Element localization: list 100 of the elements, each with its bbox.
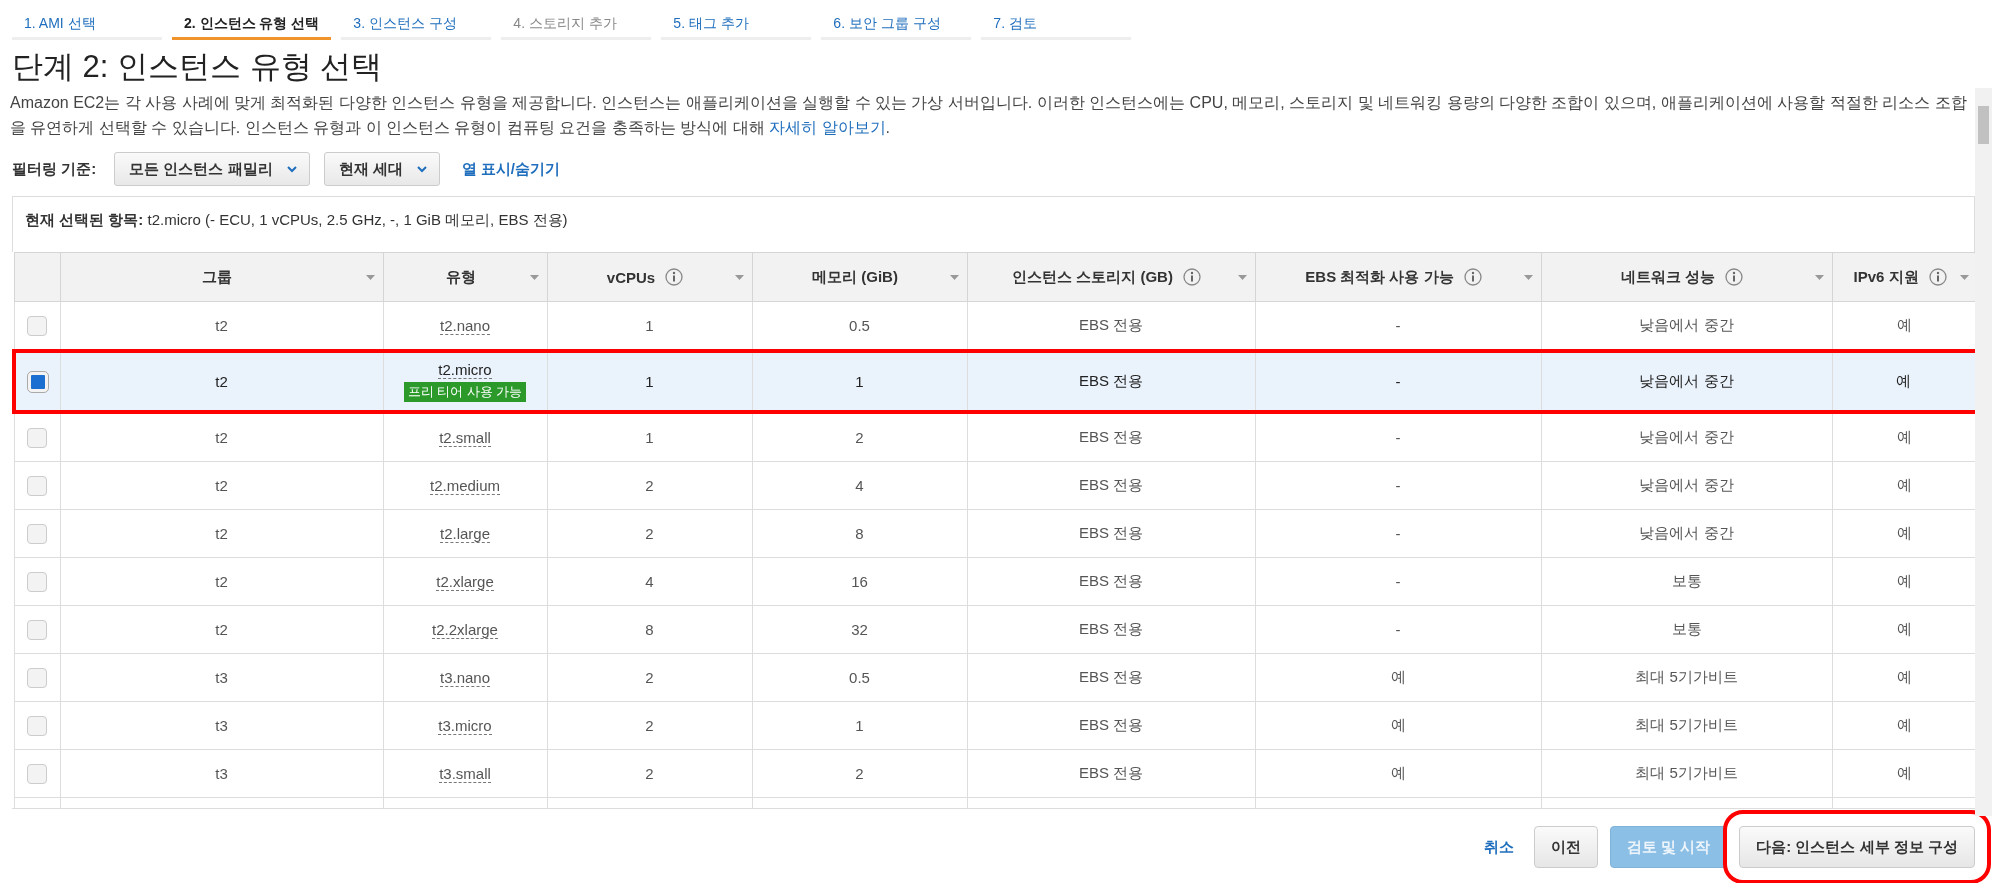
row-checkbox[interactable] [27, 315, 47, 336]
column-header[interactable]: 네트워크 성능 [1541, 252, 1832, 302]
table-cell: 8 [547, 605, 752, 654]
sort-caret-icon[interactable] [949, 274, 959, 280]
action-button[interactable]: 다음: 인스턴스 세부 정보 구성 [1739, 826, 1975, 868]
table-cell: - [1255, 461, 1541, 510]
family-dropdown[interactable]: 모든 인스턴스 패밀리 [114, 152, 310, 186]
table-cell: - [1255, 605, 1541, 654]
step-tab[interactable]: 7. 검토 [981, 0, 1132, 40]
scrollbar-thumb[interactable] [1978, 106, 1989, 144]
table-cell: t2 [60, 605, 383, 654]
table-cell: 4 [547, 557, 752, 606]
column-header[interactable]: vCPUs [547, 252, 752, 302]
table-row[interactable]: t2 t2.small 1 2 EBS 전용 - 낮음에서 중간 예 [14, 412, 1975, 462]
table-cell: - [1255, 351, 1541, 412]
table-cell: 2 [547, 509, 752, 558]
learn-more-link[interactable]: 자세히 알아보기 [769, 119, 886, 136]
table-cell: 2 [752, 749, 967, 798]
table-cell: t3 [60, 653, 383, 702]
table-cell: EBS 전용 [967, 509, 1255, 558]
sort-caret-icon[interactable] [1237, 274, 1247, 280]
sort-caret-icon[interactable] [734, 274, 744, 280]
caret-icon [416, 165, 427, 173]
table-cell: EBS 전용 [967, 461, 1255, 510]
table-cell: 1 [752, 701, 967, 750]
table-cell: 최대 5기가비트 [1541, 749, 1832, 798]
table-row[interactable]: t3 t3.small 2 2 EBS 전용 예 최대 5기가비트 예 [14, 749, 1975, 798]
info-icon[interactable] [665, 268, 684, 286]
table-row[interactable]: t2 t2.micro 프리 티어 사용 가능 1 1 EBS 전용 - 낮음에서 중간 예 [14, 351, 1975, 412]
column-header[interactable]: 그룹 [60, 252, 383, 302]
instance-type-text: t2.nano [439, 316, 490, 335]
column-header[interactable]: 메모리 (GiB) [752, 252, 967, 302]
table-cell: 예 [1832, 351, 1975, 412]
column-header[interactable]: EBS 최적화 사용 가능 [1255, 252, 1541, 302]
table-cell: 낮음에서 중간 [1541, 509, 1832, 558]
table-row[interactable]: t3 t3.micro 2 1 EBS 전용 예 최대 5기가비트 예 [14, 701, 1975, 750]
row-checkbox[interactable] [27, 763, 47, 784]
current-selection-text: 현재 선택된 항목: t2.micro (- ECU, 1 vCPUs, 2.5 GHz, -, 1 GiB 메모리, EBS 전용) [25, 211, 568, 228]
table-cell: 32 [752, 605, 967, 654]
table-cell: 보통 [1541, 605, 1832, 654]
table-cell: EBS 전용 [967, 412, 1255, 462]
table-cell: EBS 전용 [967, 351, 1255, 412]
instance-type-text: t2.micro [438, 361, 492, 379]
row-checkbox[interactable] [27, 427, 47, 448]
table-row[interactable]: t2 t2.2xlarge 8 32 EBS 전용 - 보통 예 [14, 605, 1975, 654]
table-cell: t3 [60, 701, 383, 750]
sort-caret-icon[interactable] [1814, 274, 1824, 280]
row-checkbox[interactable] [27, 667, 47, 688]
table-row[interactable]: t2 t2.xlarge 4 16 EBS 전용 - 보통 예 [14, 557, 1975, 606]
table-cell: t2 [60, 351, 383, 412]
table-cell: t2 [60, 509, 383, 558]
step-tab[interactable]: 1. AMI 선택 [12, 0, 162, 40]
instance-type-text: t2.small [439, 428, 491, 447]
action-button[interactable]: 취소 [1476, 826, 1522, 868]
info-icon[interactable] [1725, 268, 1744, 286]
table-row[interactable]: t2 t2.medium 2 4 EBS 전용 - 낮음에서 중간 예 [14, 461, 1975, 510]
table-cell: 1 [547, 412, 752, 462]
table-cell: 낮음에서 중간 [1541, 412, 1832, 462]
action-button[interactable]: 이전 [1534, 826, 1598, 868]
table-cell: 보통 [1541, 557, 1832, 606]
column-header[interactable]: 인스턴스 스토리지 (GB) [967, 252, 1255, 302]
table-cell: 4 [752, 461, 967, 510]
table-row[interactable]: t2 t2.large 2 8 EBS 전용 - 낮음에서 중간 예 [14, 509, 1975, 558]
info-icon[interactable] [1182, 268, 1201, 286]
table-cell: 2 [547, 461, 752, 510]
table-cell: EBS 전용 [967, 701, 1255, 750]
table-cell: 2 [547, 749, 752, 798]
table-cell: 예 [1255, 749, 1541, 798]
generation-dropdown[interactable]: 현재 세대 [323, 152, 440, 186]
table-cell: EBS 전용 [967, 557, 1255, 606]
table-cell: 낮음에서 중간 [1541, 351, 1832, 412]
table-cell: 8 [752, 509, 967, 558]
sort-caret-icon[interactable] [529, 274, 539, 280]
table-cell: 16 [752, 557, 967, 606]
show-hide-columns-link[interactable]: 열 표시/숨기기 [461, 159, 561, 179]
table-row[interactable]: t3 t3.nano 2 0.5 EBS 전용 예 최대 5기가비트 예 [14, 653, 1975, 702]
row-checkbox[interactable] [27, 571, 47, 592]
column-header[interactable]: 유형 [383, 252, 547, 302]
row-checkbox[interactable] [27, 619, 47, 640]
instance-type-text: t2.2xlarge [432, 620, 498, 639]
sort-caret-icon[interactable] [1523, 274, 1533, 280]
table-cell: 예 [1255, 653, 1541, 702]
info-icon[interactable] [1928, 268, 1947, 286]
step-tab[interactable]: 5. 태그 추가 [661, 0, 812, 40]
sort-caret-icon[interactable] [1959, 274, 1969, 280]
step-tab[interactable]: 2. 인스턴스 유형 선택 [172, 0, 332, 40]
table-cell: 예 [1255, 701, 1541, 750]
description-text: Amazon EC2는 각 사용 사례에 맞게 최적화된 다양한 인스턴스 유형을 제공합니다. 인스턴스는 애플리케이션을 실행할 수 있는 가상 서버입니다. 이러한 인스턴스에는 CPU, 메모리, 스토리지 및 네트워킹 용량의 다양한 조합이 있으며, 애플리케이션에 사용할 적절한 리소스 조합을 유연하게 선택할 수 있습니다. 인스턴스 유형과 이 인스턴스 유형이 컴퓨팅 요건을 충족하는 방식에 대해 자세히 알아보기. [10, 93, 1968, 138]
table-cell: EBS 전용 [967, 653, 1255, 702]
sort-caret-icon[interactable] [365, 274, 375, 280]
row-checkbox[interactable] [27, 715, 47, 736]
info-icon[interactable] [1463, 268, 1482, 286]
row-checkbox[interactable] [27, 475, 47, 496]
column-header[interactable]: IPv6 지원 [1832, 252, 1975, 302]
step-tab[interactable]: 3. 인스턴스 구성 [341, 0, 492, 40]
table-cell: - [1255, 412, 1541, 462]
row-checkbox[interactable] [27, 523, 47, 544]
table-cell: 2 [547, 653, 752, 702]
table-cell: t2 [60, 461, 383, 510]
step-tab[interactable]: 6. 보안 그룹 구성 [821, 0, 972, 40]
